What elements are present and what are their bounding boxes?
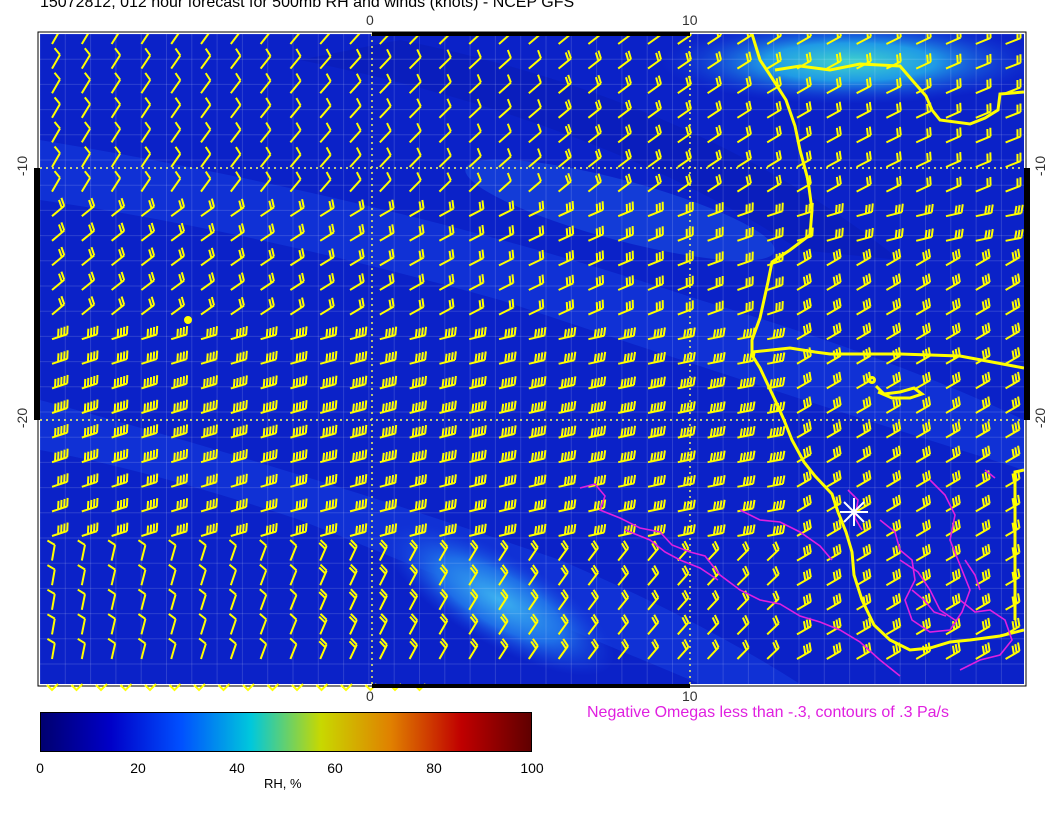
colorbar-unit: RH, % bbox=[264, 776, 302, 791]
lon-tick-top-10: 10 bbox=[682, 12, 698, 28]
white-star-station-icon bbox=[840, 498, 868, 526]
lon-tick-top-0: 0 bbox=[366, 12, 374, 28]
rh-wind-map bbox=[34, 31, 1030, 692]
lat-tick-left-minus10: -10 bbox=[14, 155, 31, 177]
lat-tick-left-minus20: -20 bbox=[14, 407, 31, 429]
colorbar-tick: 100 bbox=[520, 760, 544, 776]
lat-tick-right-minus20: -20 bbox=[1032, 407, 1049, 429]
colorbar-tick: 20 bbox=[130, 760, 146, 776]
colorbar-tick: 60 bbox=[327, 760, 343, 776]
rh-colorbar bbox=[40, 712, 532, 752]
omega-legend-note: Negative Omegas less than -.3, contours … bbox=[587, 704, 949, 721]
rh-field bbox=[40, 34, 1024, 684]
lon-tick-bottom-10: 10 bbox=[682, 688, 698, 704]
lon-tick-bottom-0: 0 bbox=[366, 688, 374, 704]
map-title: 15072812, 012 hour forecast for 500mb RH… bbox=[40, 0, 575, 11]
colorbar-tick: 40 bbox=[229, 760, 245, 776]
colorbar-tick: 0 bbox=[36, 760, 44, 776]
colorbar-tick: 80 bbox=[426, 760, 442, 776]
lat-tick-right-minus10: -10 bbox=[1032, 155, 1049, 177]
